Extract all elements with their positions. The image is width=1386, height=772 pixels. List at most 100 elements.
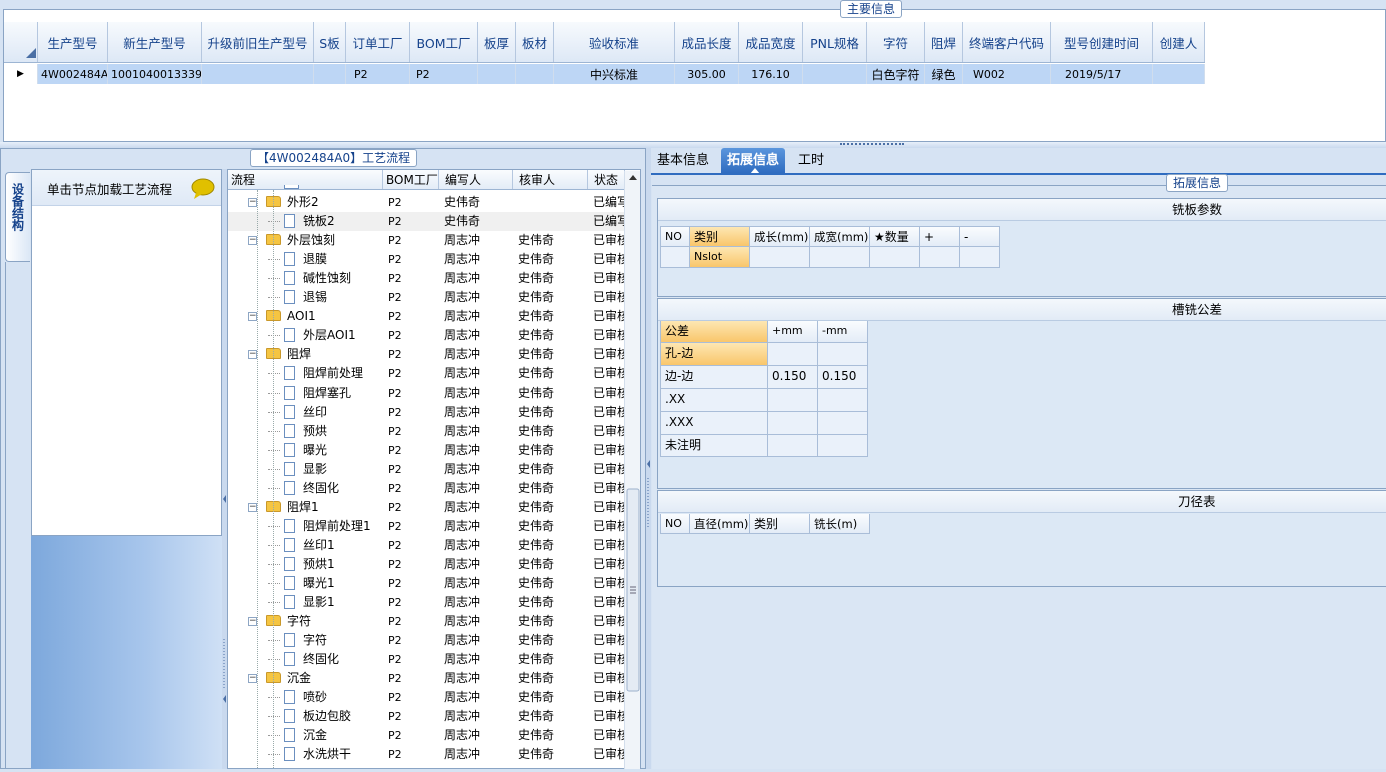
cell[interactable] (960, 247, 1000, 268)
row-label[interactable]: 孔-边 (660, 343, 768, 366)
tree-row[interactable]: 曝光1 P2 周志冲 史伟奇 已审核 (228, 574, 625, 593)
tree-row[interactable]: 阻焊前处理1 P2 周志冲 史伟奇 已审核 (228, 517, 625, 536)
cell[interactable] (768, 412, 818, 435)
col-header[interactable]: 终端客户代码 (963, 22, 1051, 62)
cell[interactable]: 白色字符 (867, 64, 925, 84)
cell[interactable]: P2 (346, 64, 410, 84)
tree-row[interactable]: 退膜 P2 周志冲 史伟奇 已审核 (228, 250, 625, 269)
tree-row[interactable]: 碱性蚀刻 P2 周志冲 史伟奇 已审核 (228, 269, 625, 288)
col-header[interactable]: 型号创建时间 (1051, 22, 1153, 62)
cell[interactable] (750, 247, 810, 268)
tree-row[interactable]: 丝印 P2 周志冲 史伟奇 已审核 (228, 403, 625, 422)
cell[interactable]: 绿色 (925, 64, 963, 84)
tree-row[interactable]: − 外层蚀刻 P2 周志冲 史伟奇 已审核 (228, 231, 625, 250)
tree-row[interactable]: − 阻焊 P2 周志冲 史伟奇 已审核 (228, 345, 625, 364)
tree-row[interactable]: 退锡 P2 周志冲 史伟奇 已审核 (228, 288, 625, 307)
tree-row[interactable]: − 阻焊1 P2 周志冲 史伟奇 已审核 (228, 498, 625, 517)
cell[interactable] (818, 389, 868, 412)
col-header[interactable]: 成品宽度 (739, 22, 803, 62)
side-tab-device-structure[interactable]: 设备结构 (5, 172, 30, 262)
cell[interactable] (768, 343, 818, 366)
tree-row[interactable]: 板边包胶 P2 周志冲 史伟奇 已审核 (228, 707, 625, 726)
cell[interactable] (202, 64, 314, 84)
table-row[interactable]: ▶ 4W002484A0 10010400133394 P2 P2 中兴标准 3… (4, 64, 1205, 84)
cell[interactable]: 中兴标准 (554, 64, 675, 84)
tree-row[interactable]: 阻焊前处理 P2 周志冲 史伟奇 已审核 (228, 364, 625, 383)
speech-bubble-icon[interactable] (190, 178, 216, 200)
col-header[interactable]: 升级前旧生产型号 (202, 22, 314, 62)
cell[interactable] (818, 343, 868, 366)
cell[interactable] (314, 64, 346, 84)
tree-row[interactable]: − 沉金 P2 周志冲 史伟奇 已审核 (228, 669, 625, 688)
tree-row[interactable]: 水洗烘干 P2 周志冲 史伟奇 已审核 (228, 745, 625, 764)
cell[interactable]: 0.150 (768, 366, 818, 389)
collapse-icon[interactable]: − (248, 503, 257, 512)
tree-row[interactable]: 终固化 P2 周志冲 史伟奇 已审核 (228, 479, 625, 498)
col-header[interactable]: 成品长度 (675, 22, 739, 62)
row-label[interactable]: .XX (660, 389, 768, 412)
tree-row[interactable]: − 外形2 P2 史伟奇 已编写 (228, 193, 625, 212)
tree-row[interactable]: − AOI1 P2 周志冲 史伟奇 已审核 (228, 307, 625, 326)
cell[interactable]: 4W002484A0 (38, 64, 108, 84)
tree-row[interactable]: 预烘1 P2 周志冲 史伟奇 已审核 (228, 555, 625, 574)
col-header[interactable]: 新生产型号 (108, 22, 202, 62)
tree-row[interactable]: 丝印1 P2 周志冲 史伟奇 已审核 (228, 536, 625, 555)
cell[interactable] (768, 435, 818, 457)
tree-scrollbar[interactable] (624, 171, 640, 769)
tab-basic-info[interactable]: 基本信息 (651, 148, 715, 173)
tree-row[interactable]: 预烘 P2 周志冲 史伟奇 已审核 (228, 422, 625, 441)
cell[interactable]: 0.150 (818, 366, 868, 389)
row-label[interactable]: 边-边 (660, 366, 768, 389)
tree-row[interactable]: 显影 P2 周志冲 史伟奇 已审核 (228, 460, 625, 479)
col-header[interactable]: 验收标准 (554, 22, 675, 62)
tree-row[interactable]: 阻焊塞孔 P2 周志冲 史伟奇 已审核 (228, 384, 625, 403)
col-header[interactable]: 创建人 (1153, 22, 1205, 62)
collapse-icon[interactable]: − (248, 312, 257, 321)
col-header[interactable]: 板厚 (478, 22, 516, 62)
cell[interactable]: Nslot (690, 247, 750, 268)
tab-work-hours[interactable]: 工时 (792, 148, 830, 173)
tree-row[interactable]: 喷砂 P2 周志冲 史伟奇 已审核 (228, 688, 625, 707)
col-header[interactable]: 生产型号 (38, 22, 108, 62)
collapse-icon[interactable]: − (248, 350, 257, 359)
row-label[interactable]: 未注明 (660, 435, 768, 457)
cell[interactable]: P2 (410, 64, 478, 84)
collapse-icon[interactable]: − (248, 674, 257, 683)
collapse-icon[interactable]: − (248, 236, 257, 245)
tree-row[interactable]: 终固化 P2 周志冲 史伟奇 已审核 (228, 650, 625, 669)
col-header[interactable]: 板材 (516, 22, 554, 62)
col-header[interactable]: BOM工厂 (410, 22, 478, 62)
cell[interactable] (803, 64, 867, 84)
cell[interactable] (870, 247, 920, 268)
cell[interactable] (810, 247, 870, 268)
tree-row[interactable]: 显影1 P2 周志冲 史伟奇 已审核 (228, 593, 625, 612)
cell[interactable] (818, 435, 868, 457)
tree-row[interactable]: 曝光 P2 周志冲 史伟奇 已审核 (228, 441, 625, 460)
tree-row[interactable]: 外层AOI1 P2 周志冲 史伟奇 已审核 (228, 326, 625, 345)
col-header[interactable]: 阻焊 (925, 22, 963, 62)
cell[interactable]: 2019/5/17 (1051, 64, 1153, 84)
col-header[interactable]: S板 (314, 22, 346, 62)
cell[interactable]: 176.10 (739, 64, 803, 84)
cell[interactable] (768, 389, 818, 412)
cell[interactable] (478, 64, 516, 84)
cell[interactable] (516, 64, 554, 84)
cell[interactable] (660, 247, 690, 268)
collapse-icon[interactable]: − (248, 198, 257, 207)
col-header[interactable]: 订单工厂 (346, 22, 410, 62)
col-header[interactable]: PNL规格 (803, 22, 867, 62)
row-label[interactable]: .XXX (660, 412, 768, 435)
cell[interactable] (818, 412, 868, 435)
tree-row[interactable]: − 字符 P2 周志冲 史伟奇 已审核 (228, 612, 625, 631)
cell[interactable] (920, 247, 960, 268)
cell[interactable]: W002 (963, 64, 1051, 84)
collapse-icon[interactable]: − (248, 617, 257, 626)
right-vertical-splitter[interactable] (646, 148, 651, 769)
tree-row[interactable]: 铣板2 P2 史伟奇 已编写 (228, 212, 625, 231)
tree-row[interactable]: 字符 P2 周志冲 史伟奇 已审核 (228, 631, 625, 650)
cell[interactable]: 305.00 (675, 64, 739, 84)
grid-corner[interactable] (4, 22, 38, 62)
col-header[interactable]: 字符 (867, 22, 925, 62)
tree-row[interactable]: 沉金 P2 周志冲 史伟奇 已审核 (228, 726, 625, 745)
cell[interactable] (1153, 64, 1205, 84)
